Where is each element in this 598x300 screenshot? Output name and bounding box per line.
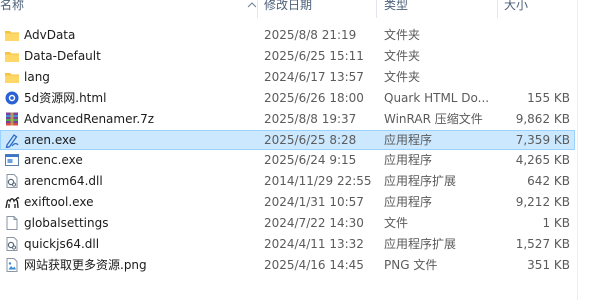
file-name: Data-Default bbox=[24, 48, 101, 63]
file-type: 应用程序 bbox=[384, 195, 433, 210]
column-header-bar: 名称 修改日期 类型 大小 bbox=[0, 0, 598, 18]
column-separator[interactable] bbox=[257, 0, 258, 18]
file-row[interactable]: quickjs64.dll 2024/4/11 13:32 应用程序扩展 1,527 … bbox=[0, 234, 575, 254]
column-separator[interactable] bbox=[497, 0, 498, 18]
file-type: PNG 文件 bbox=[384, 257, 438, 272]
html-icon bbox=[5, 91, 19, 105]
winrar-archive-icon bbox=[6, 112, 18, 126]
column-header-size[interactable]: 大小 bbox=[504, 0, 528, 18]
file-name: aren.exe bbox=[24, 132, 77, 147]
file-icon bbox=[6, 216, 18, 231]
file-modified-date: 2024/6/17 13:57 bbox=[264, 69, 364, 84]
folder-icon bbox=[5, 31, 19, 41]
file-type: 文件夹 bbox=[384, 69, 421, 84]
file-size: 1,527 KB bbox=[515, 237, 570, 251]
file-modified-date: 2024/4/11 13:32 bbox=[264, 237, 364, 251]
file-modified-date: 2025/6/25 15:11 bbox=[264, 48, 364, 63]
file-modified-date: 2024/1/31 10:57 bbox=[264, 195, 364, 210]
app-pen-icon bbox=[5, 133, 19, 148]
file-name: arenc.exe bbox=[24, 153, 83, 168]
file-name: AdvancedRenamer.7z bbox=[24, 111, 155, 126]
file-name: quickjs64.dll bbox=[24, 237, 100, 251]
file-type: Quark HTML Do... bbox=[384, 90, 490, 105]
image-icon bbox=[6, 257, 18, 272]
file-size: 9,862 KB bbox=[515, 111, 570, 126]
dll-icon bbox=[6, 174, 18, 189]
file-type: 应用程序扩展 bbox=[384, 237, 457, 251]
file-modified-date: 2025/6/25 8:28 bbox=[264, 132, 357, 147]
file-modified-date: 2025/6/24 9:15 bbox=[264, 153, 357, 168]
file-modified-date: 2025/8/8 19:37 bbox=[264, 111, 357, 126]
file-type: WinRAR 压缩文件 bbox=[384, 111, 483, 126]
folder-icon bbox=[5, 51, 19, 62]
file-type: 应用程序 bbox=[384, 153, 433, 168]
file-type: 应用程序 bbox=[384, 132, 433, 147]
file-size: 1 KB bbox=[542, 216, 570, 231]
column-divider bbox=[577, 0, 578, 300]
file-type: 文件 bbox=[384, 216, 409, 231]
camel-icon bbox=[5, 196, 20, 209]
file-modified-date: 2025/6/26 18:00 bbox=[264, 90, 364, 105]
file-modified-date: 2014/11/29 22:55 bbox=[264, 174, 372, 189]
column-header-modified[interactable]: 修改日期 bbox=[264, 0, 312, 18]
file-size bbox=[500, 46, 570, 66]
file-row[interactable]: aren.exe 2025/6/25 8:28 应用程序 7,359 KB bbox=[0, 129, 575, 150]
file-row[interactable]: arencm64.dll 2014/11/29 22:55 应用程序扩展 642 KB bbox=[0, 171, 575, 191]
file-row[interactable]: 网站获取更多资源.png 2025/4/16 14:45 PNG 文件 351 KB bbox=[0, 255, 575, 275]
file-modified-date: 2025/8/8 21:19 bbox=[264, 28, 357, 42]
file-row[interactable]: 5d资源网.html 2025/6/26 18:00 Quark HTML Do..… bbox=[0, 88, 575, 108]
file-row[interactable]: arenc.exe 2025/6/24 9:15 应用程序 4,265 KB bbox=[0, 150, 575, 170]
file-row[interactable]: globalsettings 2024/7/22 14:30 文件 1 KB bbox=[0, 213, 575, 233]
file-type: 文件夹 bbox=[384, 28, 421, 42]
file-size bbox=[500, 25, 570, 45]
column-header-type[interactable]: 类型 bbox=[384, 0, 408, 18]
file-modified-date: 2025/4/16 14:45 bbox=[264, 257, 364, 272]
file-size: 4,265 KB bbox=[515, 153, 570, 168]
file-size bbox=[500, 67, 570, 87]
file-size: 155 KB bbox=[527, 90, 570, 105]
app-window-icon bbox=[5, 154, 19, 167]
folder-icon bbox=[5, 72, 19, 83]
file-type: 应用程序扩展 bbox=[384, 174, 457, 189]
file-name: 网站获取更多资源.png bbox=[24, 257, 147, 272]
file-size: 7,359 KB bbox=[515, 132, 570, 147]
file-size: 9,212 KB bbox=[515, 195, 570, 210]
file-name: arencm64.dll bbox=[24, 174, 103, 189]
file-row[interactable]: lang 2024/6/17 13:57 文件夹 bbox=[0, 67, 575, 87]
column-header-name[interactable]: 名称 bbox=[0, 0, 24, 18]
file-name: AdvData bbox=[24, 28, 76, 42]
dll-icon bbox=[6, 237, 18, 251]
column-separator[interactable] bbox=[376, 0, 377, 18]
file-name: lang bbox=[24, 69, 50, 84]
file-row[interactable]: AdvancedRenamer.7z 2025/8/8 19:37 WinRAR 压… bbox=[0, 109, 575, 129]
file-name: globalsettings bbox=[24, 216, 109, 231]
file-size: 351 KB bbox=[527, 257, 570, 272]
file-row[interactable]: AdvData 2025/8/8 21:19 文件夹 bbox=[0, 25, 575, 45]
file-name: 5d资源网.html bbox=[24, 90, 107, 105]
file-row[interactable]: Data-Default 2025/6/25 15:11 文件夹 bbox=[0, 46, 575, 66]
file-size: 642 KB bbox=[527, 174, 570, 189]
file-name: exiftool.exe bbox=[24, 195, 94, 210]
file-modified-date: 2024/7/22 14:30 bbox=[264, 216, 364, 231]
file-type: 文件夹 bbox=[384, 48, 421, 63]
file-row[interactable]: exiftool.exe 2024/1/31 10:57 应用程序 9,212 KB bbox=[0, 192, 575, 212]
